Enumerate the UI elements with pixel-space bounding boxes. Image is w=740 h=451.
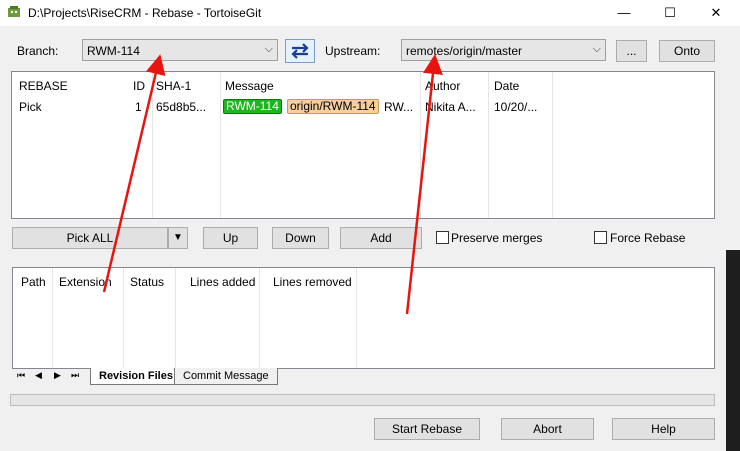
force-rebase-checkbox[interactable] — [594, 231, 607, 244]
title-bar: D:\Projects\RiseCRM - Rebase - TortoiseG… — [0, 0, 740, 26]
header-author[interactable]: Author — [425, 79, 460, 93]
branch-combo[interactable]: RWM-114 ⌵ — [82, 39, 278, 61]
maximize-button[interactable]: ☐ — [647, 0, 693, 26]
header-sha[interactable]: SHA-1 — [156, 79, 191, 93]
minimize-button[interactable]: — — [601, 0, 647, 26]
tortoisegit-app-icon — [8, 6, 20, 17]
dropdown-arrow-icon: ▼ — [173, 232, 183, 243]
browse-button[interactable]: ... — [616, 40, 647, 62]
tab-commit-message[interactable]: Commit Message — [174, 368, 278, 385]
tab-revision-files[interactable]: Revision Files — [90, 368, 182, 385]
header-rebase[interactable]: REBASE — [19, 79, 68, 93]
swap-arrows-icon — [291, 43, 309, 59]
pick-dropdown-button[interactable]: ▼ — [168, 227, 188, 249]
rebase-progress-bar — [10, 394, 715, 406]
upstream-value: remotes/origin/master — [406, 44, 523, 58]
swap-branches-button[interactable] — [285, 39, 315, 63]
row-message: RW... — [384, 100, 414, 114]
header-path[interactable]: Path — [21, 275, 46, 289]
header-id[interactable]: ID — [133, 79, 145, 93]
local-branch-tag: RWM-114 — [223, 99, 282, 114]
last-tab-icon[interactable]: ⏭ — [71, 370, 79, 381]
header-extension[interactable]: Extension — [59, 275, 112, 289]
commit-list[interactable]: REBASE ID SHA-1 Message Author Date Pick… — [11, 71, 715, 219]
chevron-down-icon: ⌵ — [592, 43, 601, 55]
help-button[interactable]: Help — [612, 418, 715, 440]
files-list[interactable]: Path Extension Status Lines added Lines … — [12, 267, 715, 369]
pick-all-button[interactable]: Pick ALL — [12, 227, 168, 249]
abort-button[interactable]: Abort — [501, 418, 594, 440]
onto-button[interactable]: Onto — [659, 40, 715, 62]
next-tab-icon[interactable]: ▶ — [54, 370, 61, 381]
header-lines-added[interactable]: Lines added — [190, 275, 255, 289]
chevron-down-icon: ⌵ — [264, 43, 273, 55]
row-date: 10/20/... — [494, 100, 538, 114]
remote-branch-tag: origin/RWM-114 — [287, 99, 379, 114]
branch-label: Branch: — [17, 44, 59, 58]
row-id: 1 — [135, 100, 142, 114]
upstream-label: Upstream: — [325, 44, 381, 58]
add-button[interactable]: Add — [340, 227, 422, 249]
row-sha: 65d8b5... — [156, 100, 207, 114]
preserve-merges-label[interactable]: Preserve merges — [451, 231, 542, 245]
header-date[interactable]: Date — [494, 79, 519, 93]
row-author: Nikita A... — [425, 100, 476, 114]
header-message[interactable]: Message — [225, 79, 274, 93]
first-tab-icon[interactable]: ⏮ — [17, 370, 25, 381]
force-rebase-label[interactable]: Force Rebase — [610, 231, 685, 245]
upstream-combo[interactable]: remotes/origin/master ⌵ — [401, 39, 606, 61]
branch-value: RWM-114 — [87, 44, 140, 58]
down-button[interactable]: Down — [272, 227, 329, 249]
start-rebase-button[interactable]: Start Rebase — [374, 418, 480, 440]
row-action[interactable]: Pick — [19, 100, 42, 114]
background-editor-window — [726, 250, 740, 451]
prev-tab-icon[interactable]: ◀ — [35, 370, 42, 381]
close-button[interactable]: ✕ — [693, 0, 739, 26]
preserve-merges-checkbox[interactable] — [436, 231, 449, 244]
up-button[interactable]: Up — [203, 227, 258, 249]
header-lines-removed[interactable]: Lines removed — [273, 275, 352, 289]
header-status[interactable]: Status — [130, 275, 164, 289]
window-title: D:\Projects\RiseCRM - Rebase - TortoiseG… — [28, 6, 262, 20]
